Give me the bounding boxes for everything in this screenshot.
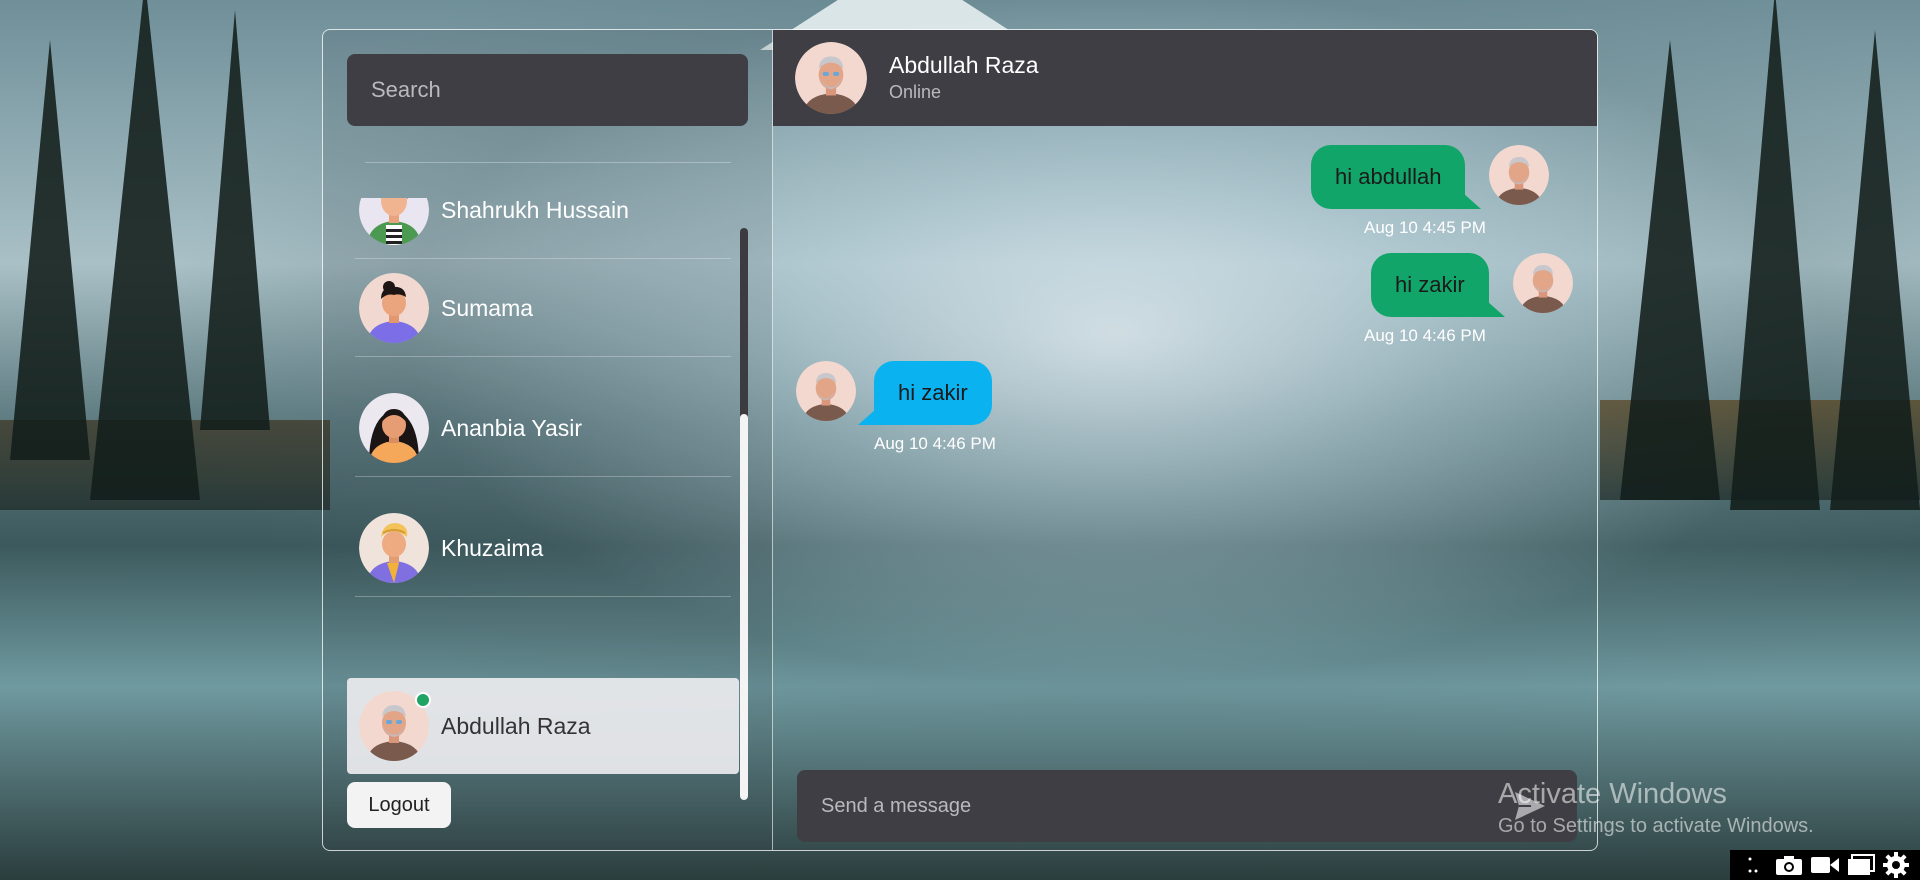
dots-icon[interactable] — [1739, 853, 1769, 877]
message-bubble: hi zakir — [1371, 253, 1505, 317]
message-timestamp: Aug 10 4:45 PM — [1364, 218, 1486, 237]
contact-name: Abdullah Raza — [441, 712, 591, 739]
divider — [355, 356, 731, 357]
message-timestamp: Aug 10 4:46 PM — [1364, 326, 1486, 345]
watermark-title: Activate Windows — [1498, 778, 1727, 810]
background-tree — [1830, 30, 1920, 510]
window-icon[interactable] — [1846, 853, 1876, 877]
background-tree — [200, 10, 270, 430]
avatar — [359, 273, 429, 343]
contact-name: Khuzaima — [441, 534, 544, 561]
message-timestamp: Aug 10 4:46 PM — [874, 434, 996, 453]
chat-contact-status: Online — [889, 82, 942, 102]
message-bubble: hi zakir — [858, 361, 992, 425]
contact-name: Sumama — [441, 294, 534, 321]
contact-item-shahrukh-hussain[interactable]: Shahrukh Hussain — [347, 198, 739, 259]
avatar — [359, 513, 429, 583]
message-bubble: hi abdullah — [1311, 145, 1482, 209]
windows-activation-watermark: Activate Windows Go to Settings to activ… — [1498, 776, 1814, 840]
avatar — [1512, 253, 1573, 313]
avatar — [359, 393, 429, 463]
chat-panel: Abdullah Raza Online hi abdullah Aug 10 … — [773, 30, 1597, 850]
divider — [355, 476, 731, 477]
contact-item-sumama[interactable]: Sumama — [347, 260, 739, 357]
logout-button[interactable]: Logout — [347, 782, 451, 828]
avatar — [795, 42, 867, 114]
avatar — [796, 361, 856, 421]
camera-icon[interactable] — [1774, 853, 1804, 877]
video-icon[interactable] — [1810, 853, 1840, 877]
watermark-subtitle: Go to Settings to activate Windows. — [1498, 815, 1814, 837]
avatar — [1489, 145, 1550, 205]
sidebar: Shahrukh Hussain Sumama — [323, 30, 773, 850]
background-tree — [1730, 0, 1820, 510]
message-composer — [797, 770, 1577, 842]
message-incoming: hi zakir — [796, 361, 992, 425]
contact-name: Ananbia Yasir — [441, 414, 583, 441]
background-tree — [90, 0, 200, 500]
message-outgoing: hi abdullah — [1311, 145, 1550, 209]
background-tree — [10, 40, 90, 460]
chat-header: Abdullah Raza Online — [773, 30, 1597, 126]
contact-item-abdullah-raza[interactable]: Abdullah Raza — [347, 678, 739, 774]
message-outgoing: hi zakir — [1371, 253, 1573, 317]
divider — [355, 258, 731, 259]
message-input[interactable] — [797, 770, 1497, 842]
contact-name: Shahrukh Hussain — [441, 198, 629, 223]
chat-app-window: Shahrukh Hussain Sumama — [322, 29, 1598, 851]
contact-item-khuzaima[interactable]: Khuzaima — [347, 500, 739, 597]
contact-item-ananbia-yasir[interactable]: Ananbia Yasir — [347, 380, 739, 477]
chat-contact-name: Abdullah Raza — [889, 52, 1039, 78]
contact-list[interactable]: Shahrukh Hussain Sumama Ananbia Yasir Kh… — [347, 198, 739, 788]
search-input[interactable] — [347, 54, 748, 126]
scrollbar-thumb[interactable] — [740, 414, 748, 800]
divider — [365, 162, 731, 163]
chat-header-info: Abdullah Raza Online — [889, 51, 1039, 105]
background-tree — [1620, 40, 1720, 500]
capture-toolbar — [1730, 850, 1920, 880]
gear-icon[interactable] — [1881, 852, 1911, 878]
divider — [355, 596, 731, 597]
avatar — [359, 198, 429, 245]
online-status-dot — [415, 692, 431, 708]
contact-list-scrollbar[interactable] — [740, 228, 748, 800]
